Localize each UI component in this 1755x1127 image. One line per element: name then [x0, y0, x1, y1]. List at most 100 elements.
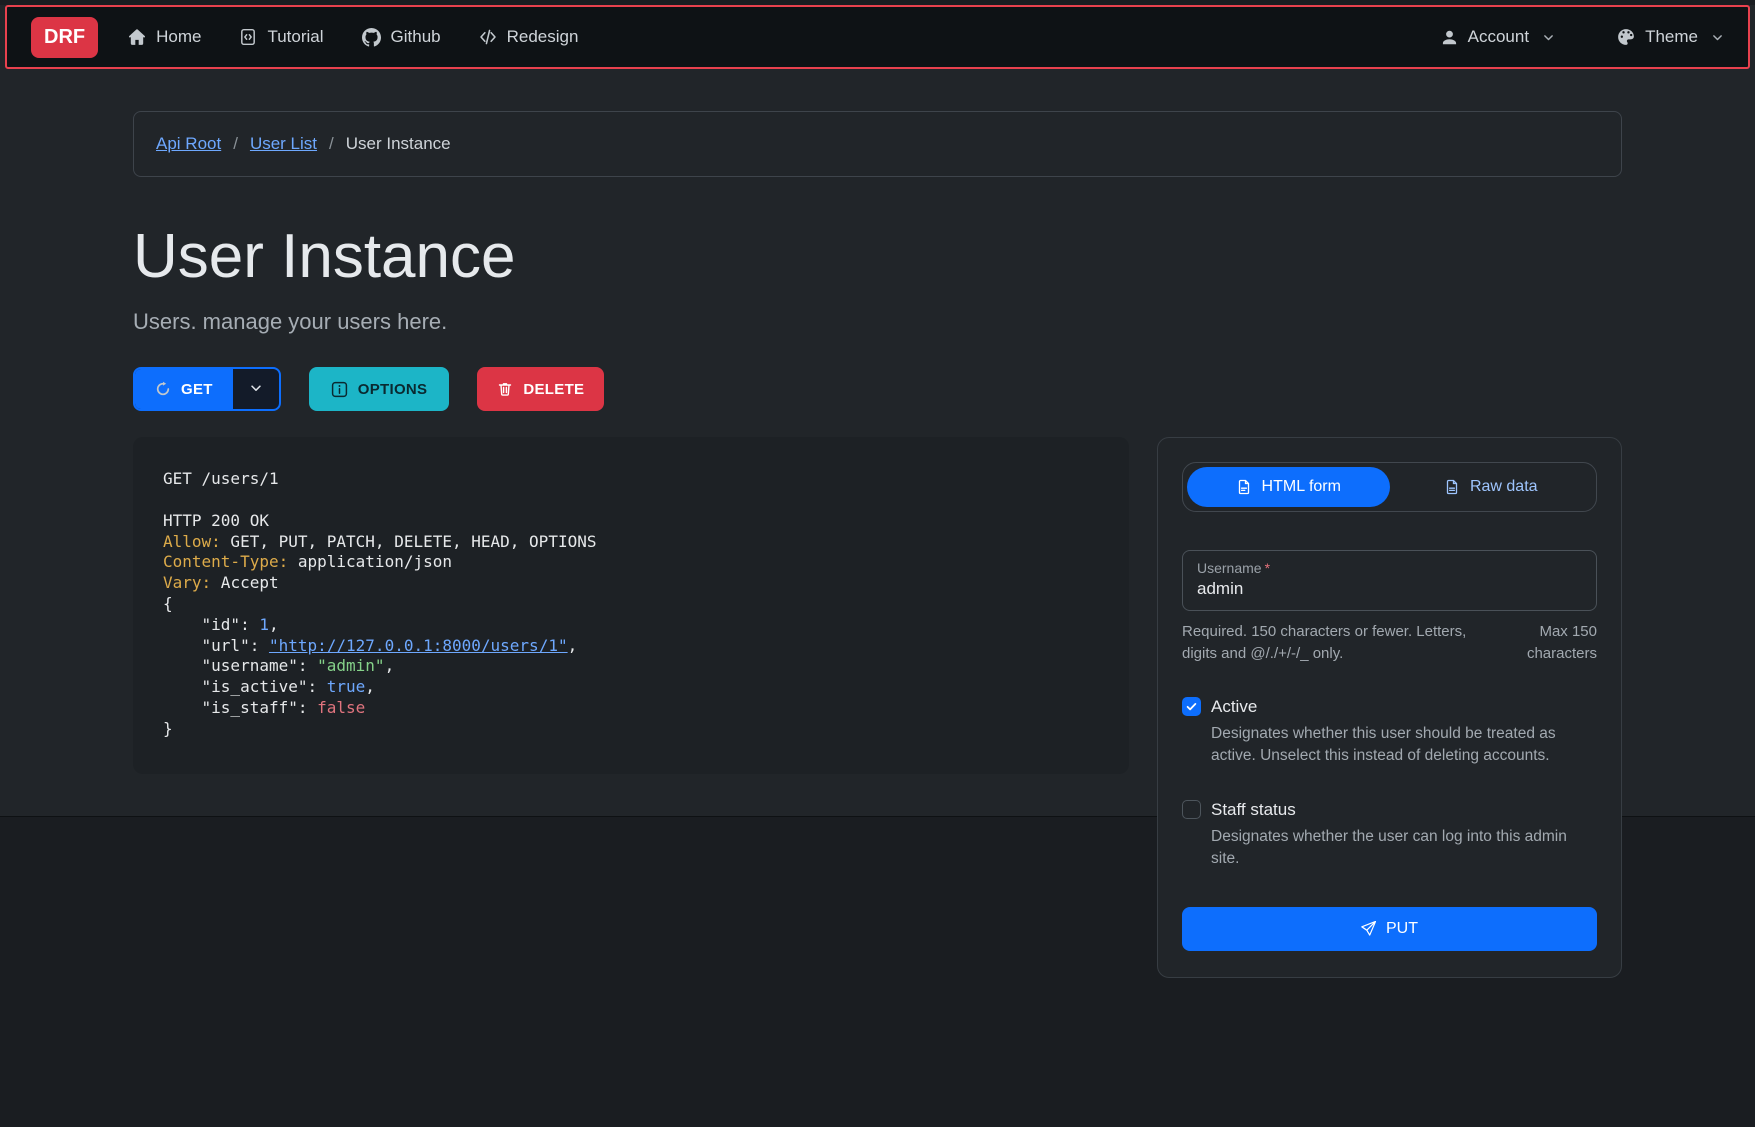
code-token: ,: [568, 636, 578, 655]
staff-checkbox-row: Staff status: [1182, 800, 1597, 820]
get-dropdown-toggle[interactable]: [233, 369, 279, 409]
nav-github-label: Github: [391, 27, 441, 47]
header-name: Content-Type:: [163, 552, 288, 571]
breadcrumb-separator: /: [233, 134, 238, 154]
breadcrumb-current: User Instance: [346, 134, 451, 154]
username-max-length: Max 150 characters: [1505, 621, 1597, 665]
page-container: Api Root / User List / User Instance Use…: [133, 111, 1622, 978]
username-help-text: Required. 150 characters or fewer. Lette…: [1182, 621, 1487, 665]
username-help: Required. 150 characters or fewer. Lette…: [1182, 621, 1597, 665]
tab-html-form-label: HTML form: [1262, 478, 1341, 496]
status-line: HTTP 200 OK: [163, 511, 269, 530]
trash-icon: [497, 381, 513, 397]
code-token: }: [163, 719, 173, 738]
code-token: "url":: [163, 636, 269, 655]
username-input[interactable]: [1197, 576, 1582, 599]
put-button-label: PUT: [1386, 920, 1418, 938]
code-token: 1: [259, 615, 269, 634]
github-icon: [362, 28, 381, 47]
header-value: Accept: [211, 573, 278, 592]
options-button-label: OPTIONS: [358, 381, 428, 398]
tab-raw-data[interactable]: Raw data: [1390, 467, 1593, 507]
navbar-left: DRF Home Tutorial: [31, 17, 578, 58]
file-code-icon: [1236, 479, 1252, 495]
username-field-label: Username *: [1197, 560, 1582, 576]
header-name: Allow:: [163, 532, 221, 551]
header-value: application/json: [288, 552, 452, 571]
code-token: "is_active":: [163, 677, 327, 696]
active-field: Active Designates whether this user shou…: [1182, 697, 1597, 768]
staff-status-checkbox[interactable]: [1182, 800, 1201, 819]
response-url-link[interactable]: "http://127.0.0.1:8000/users/1": [269, 636, 568, 655]
put-button[interactable]: PUT: [1182, 907, 1597, 951]
form-panel: HTML form Raw data Username *: [1157, 437, 1622, 977]
page-title: User Instance: [133, 223, 1622, 291]
palette-icon: [1617, 28, 1635, 46]
breadcrumb-user-list[interactable]: User List: [250, 134, 317, 154]
account-menu[interactable]: Account: [1441, 27, 1555, 47]
header-value: GET, PUT, PATCH, DELETE, HEAD, OPTIONS: [221, 532, 597, 551]
breadcrumb: Api Root / User List / User Instance: [133, 111, 1622, 177]
staff-status-label: Staff status: [1211, 800, 1296, 820]
code-slash-icon: [479, 28, 497, 46]
breadcrumb-api-root[interactable]: Api Root: [156, 134, 221, 154]
check-icon: [1185, 700, 1198, 713]
home-icon: [128, 28, 146, 46]
person-icon: [1441, 29, 1458, 46]
code-token: ,: [365, 677, 375, 696]
navbar: DRF Home Tutorial: [5, 5, 1750, 69]
chevron-down-icon: [1542, 31, 1555, 44]
chevron-down-icon: [249, 381, 263, 398]
options-button[interactable]: OPTIONS: [309, 367, 450, 411]
code-token: ,: [269, 615, 279, 634]
theme-menu[interactable]: Theme: [1617, 27, 1724, 47]
code-token: true: [327, 677, 366, 696]
response-body: GET /users/1 HTTP 200 OK Allow: GET, PUT…: [163, 469, 1099, 739]
code-token: "admin": [317, 656, 384, 675]
action-buttons: GET OPTIONS DELETE: [133, 367, 1622, 411]
active-description: Designates whether this user should be t…: [1211, 723, 1597, 768]
code-token: "id":: [163, 615, 259, 634]
account-label: Account: [1468, 27, 1529, 47]
nav-tutorial-label: Tutorial: [267, 27, 323, 47]
chevron-down-icon: [1711, 31, 1724, 44]
active-checkbox[interactable]: [1182, 697, 1201, 716]
delete-button[interactable]: DELETE: [477, 367, 604, 411]
form-tabs: HTML form Raw data: [1182, 462, 1597, 512]
content-row: GET /users/1 HTTP 200 OK Allow: GET, PUT…: [133, 437, 1622, 977]
brand-logo[interactable]: DRF: [31, 17, 98, 58]
info-square-icon: [331, 381, 348, 398]
tab-html-form[interactable]: HTML form: [1187, 467, 1390, 507]
username-field[interactable]: Username *: [1182, 550, 1597, 611]
tab-raw-data-label: Raw data: [1470, 478, 1538, 496]
active-checkbox-row: Active: [1182, 697, 1597, 717]
response-panel: GET /users/1 HTTP 200 OK Allow: GET, PUT…: [133, 437, 1129, 773]
required-asterisk: *: [1265, 560, 1270, 576]
journal-code-icon: [239, 28, 257, 46]
navbar-right: Account Theme: [1441, 27, 1724, 47]
nav-item-github[interactable]: Github: [362, 27, 441, 47]
get-button-group: GET: [133, 367, 281, 411]
breadcrumb-separator: /: [329, 134, 334, 154]
username-label-text: Username: [1197, 560, 1262, 576]
active-label: Active: [1211, 697, 1257, 717]
main-content-section: DRF Home Tutorial: [0, 5, 1755, 817]
get-button[interactable]: GET: [135, 369, 233, 409]
code-token: ,: [385, 656, 395, 675]
header-name: Vary:: [163, 573, 211, 592]
code-token: {: [163, 594, 173, 613]
code-token: "is_staff":: [163, 698, 317, 717]
nav-home-label: Home: [156, 27, 201, 47]
nav-item-redesign[interactable]: Redesign: [479, 27, 579, 47]
staff-status-description: Designates whether the user can log into…: [1211, 826, 1597, 871]
code-token: "username":: [163, 656, 317, 675]
nav-item-tutorial[interactable]: Tutorial: [239, 27, 323, 47]
send-icon: [1361, 921, 1376, 936]
nav-redesign-label: Redesign: [507, 27, 579, 47]
code-token: false: [317, 698, 365, 717]
staff-status-field: Staff status Designates whether the user…: [1182, 800, 1597, 871]
nav-item-home[interactable]: Home: [128, 27, 201, 47]
request-line: GET /users/1: [163, 469, 279, 488]
nav-links: Home Tutorial Github: [128, 27, 578, 47]
page-subtitle: Users. manage your users here.: [133, 309, 1622, 335]
